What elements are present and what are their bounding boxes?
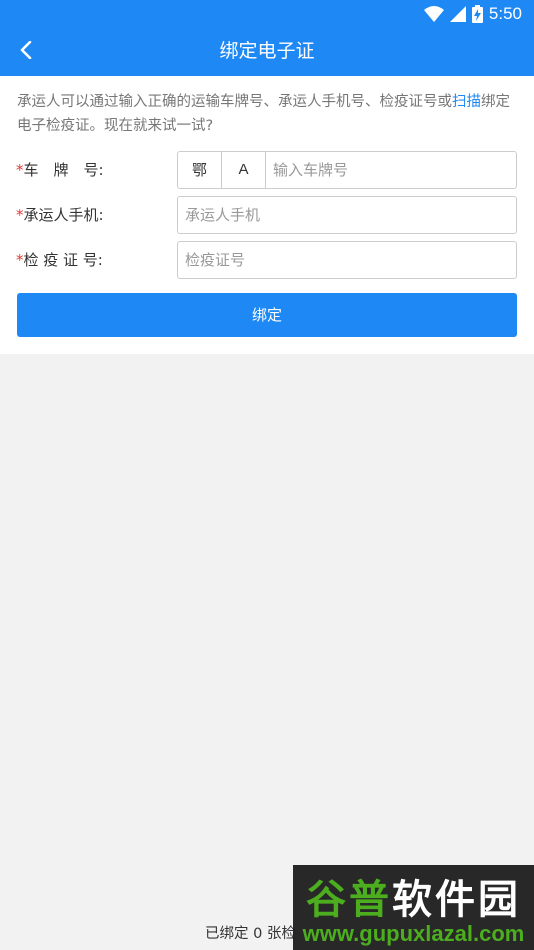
watermark-title-part2: 软件园 bbox=[392, 877, 521, 923]
plate-number-input[interactable] bbox=[266, 152, 516, 188]
required-mark: * bbox=[16, 161, 24, 179]
status-bar: 5:50 bbox=[0, 0, 534, 28]
plate-label-text: 车 牌 号: bbox=[23, 161, 104, 179]
scan-link[interactable]: 扫描 bbox=[452, 94, 481, 110]
province-selector[interactable]: 鄂 bbox=[178, 152, 222, 188]
bind-button[interactable]: 绑定 bbox=[17, 293, 517, 337]
phone-label-text: 承运人手机: bbox=[23, 206, 104, 224]
cert-row: *检 疫 证 号: bbox=[0, 241, 534, 279]
letter-selector[interactable]: A bbox=[222, 152, 266, 188]
watermark-url: www.gupuxlazal.com bbox=[302, 921, 525, 946]
carrier-phone-input[interactable] bbox=[177, 196, 517, 234]
watermark-title: 谷普软件园 bbox=[297, 867, 530, 925]
cert-label: *检 疫 证 号: bbox=[16, 241, 103, 279]
signal-icon bbox=[449, 6, 466, 22]
page-title: 绑定电子证 bbox=[219, 40, 315, 62]
status-time: 5:50 bbox=[488, 4, 522, 23]
back-button[interactable] bbox=[10, 36, 42, 68]
required-mark: * bbox=[16, 251, 24, 269]
intro-text: 承运人可以通过输入正确的运输车牌号、承运人手机号、检疫证号或扫描绑定电子检疫证。… bbox=[17, 90, 519, 138]
plate-label: *车 牌 号: bbox=[16, 151, 104, 189]
top-bar: 5:50 绑定电子证 bbox=[0, 0, 534, 76]
required-mark: * bbox=[16, 206, 24, 224]
quarantine-cert-input[interactable] bbox=[177, 241, 517, 279]
bind-form-card: 承运人可以通过输入正确的运输车牌号、承运人手机号、检疫证号或扫描绑定电子检疫证。… bbox=[0, 76, 534, 354]
battery-charging-icon bbox=[471, 5, 483, 23]
watermark-title-part1: 谷普 bbox=[306, 877, 392, 923]
back-arrow-icon bbox=[19, 40, 33, 63]
wifi-icon bbox=[423, 6, 444, 22]
intro-text-before: 承运人可以通过输入正确的运输车牌号、承运人手机号、检疫证号或 bbox=[17, 94, 452, 110]
plate-input-group: 鄂 A bbox=[177, 151, 517, 189]
cert-label-text: 检 疫 证 号: bbox=[23, 251, 103, 269]
watermark: 谷普软件园 www.gupuxlazal.com bbox=[293, 865, 534, 950]
bound-count-text: 已绑定 0 张检 bbox=[205, 926, 296, 942]
plate-row: *车 牌 号: 鄂 A bbox=[0, 151, 534, 189]
app-bar: 绑定电子证 bbox=[0, 28, 534, 76]
phone-row: *承运人手机: bbox=[0, 196, 534, 234]
phone-label: *承运人手机: bbox=[16, 196, 104, 234]
